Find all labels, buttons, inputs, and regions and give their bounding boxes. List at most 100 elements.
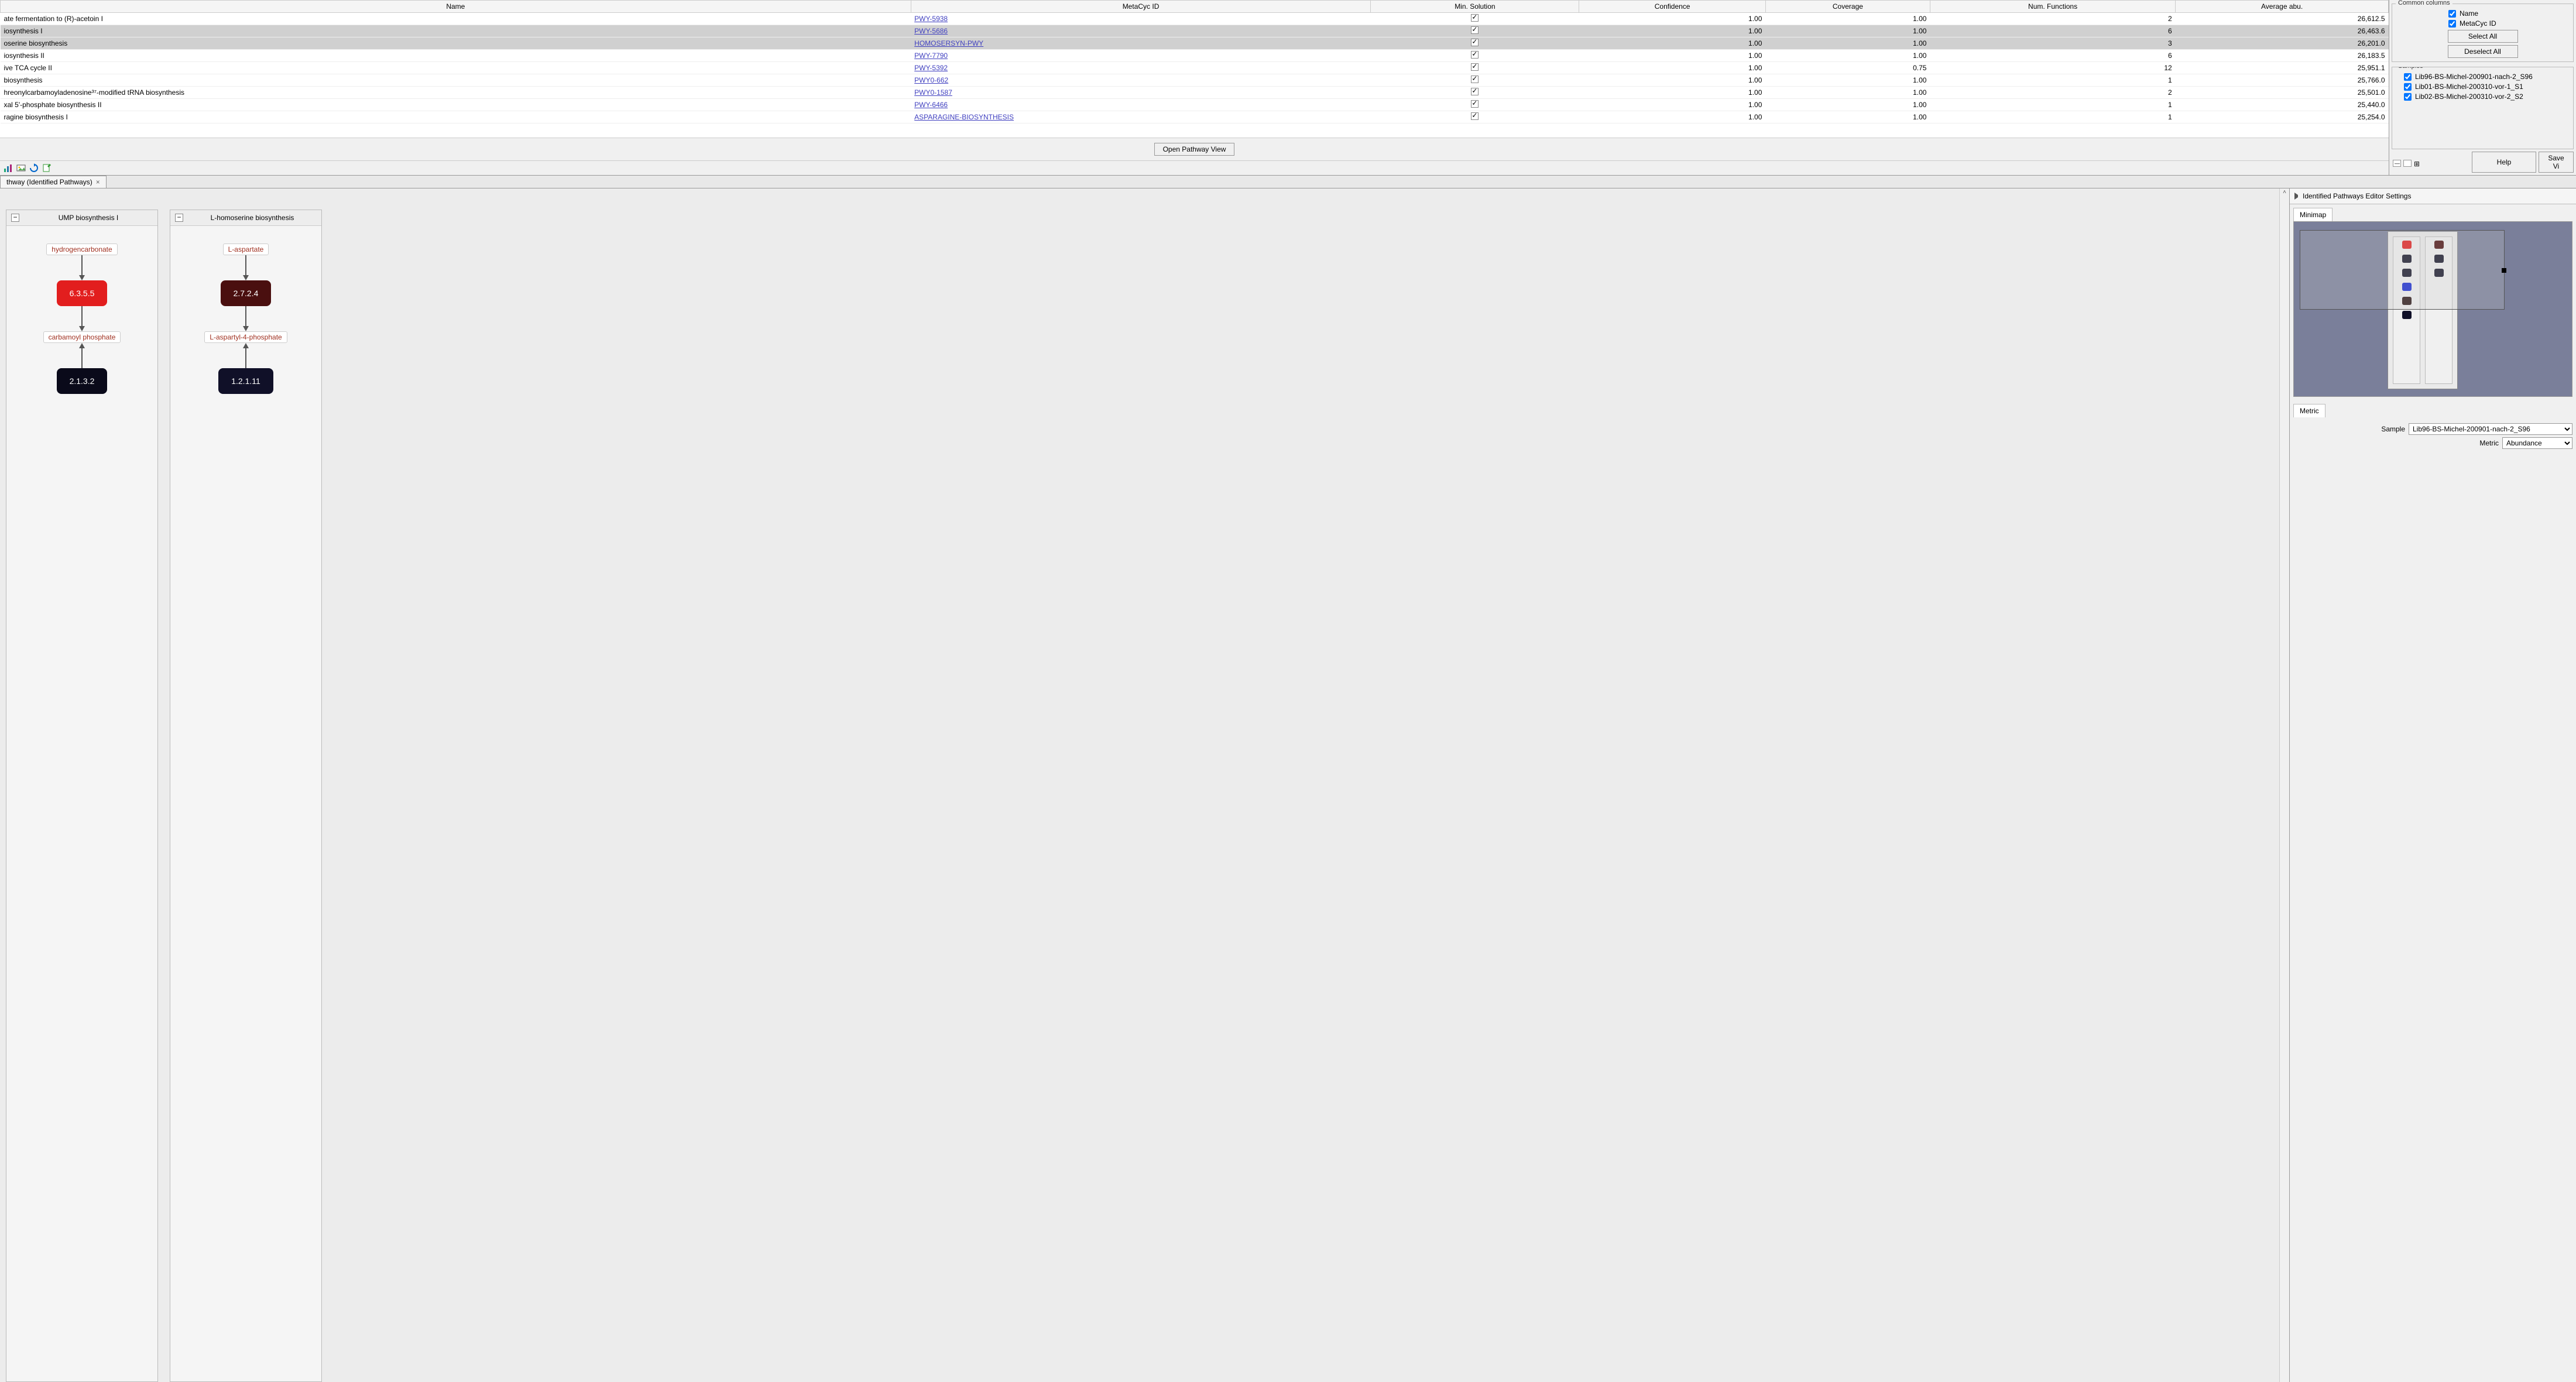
metric-select[interactable]: Abundance	[2502, 437, 2572, 449]
edit-icon[interactable]	[42, 163, 52, 173]
table-row[interactable]: iosynthesis IPWY-56861.001.00626,463.6	[1, 25, 2389, 37]
compound-node[interactable]: L-aspartyl-4-phosphate	[204, 331, 287, 343]
folder-icon[interactable]	[2403, 160, 2412, 167]
enzyme-node[interactable]: 2.7.2.4	[221, 280, 272, 306]
graph-scrollbar[interactable]: ˄	[2279, 188, 2289, 1382]
save-view-button[interactable]: Save Vi	[2539, 152, 2574, 173]
cell-avg-abundance: 25,766.0	[2176, 74, 2389, 87]
cell-metacyc-id[interactable]: PWY-7790	[911, 50, 1371, 62]
table-row[interactable]: xal 5'-phosphate biosynthesis IIPWY-6466…	[1, 99, 2389, 111]
compound-node[interactable]: L-aspartate	[223, 244, 269, 255]
checkbox-name[interactable]	[2448, 10, 2456, 18]
checkbox-icon[interactable]	[1471, 63, 1479, 71]
checkbox-icon[interactable]	[1471, 14, 1479, 22]
close-tab-icon[interactable]: ×	[96, 178, 100, 186]
cell-metacyc-id[interactable]: HOMOSERSYN-PWY	[911, 37, 1371, 50]
common-columns-title: Common columns	[2396, 0, 2452, 6]
pathway-box: −L-homoserine biosynthesisL-aspartate2.7…	[170, 210, 322, 1382]
open-pathway-view-button[interactable]: Open Pathway View	[1154, 143, 1235, 156]
editor-settings-header[interactable]: Identified Pathways Editor Settings	[2290, 188, 2576, 204]
checkbox-icon[interactable]	[1471, 100, 1479, 108]
enzyme-node[interactable]: 1.2.1.11	[218, 368, 273, 394]
cell-metacyc-id[interactable]: PWY0-662	[911, 74, 1371, 87]
table-row[interactable]: biosynthesisPWY0-6621.001.00125,766.0	[1, 74, 2389, 87]
export-chart-icon[interactable]	[4, 163, 13, 173]
tree-icon[interactable]: ⊞	[2414, 160, 2422, 167]
cell-min-solution[interactable]	[1371, 87, 1579, 99]
cell-metacyc-id[interactable]: PWY0-1587	[911, 87, 1371, 99]
minimap-viewport[interactable]	[2300, 230, 2505, 310]
sample-label: Lib02-BS-Michel-200310-vor-2_S2	[2415, 92, 2523, 101]
sample-checkbox[interactable]	[2404, 73, 2412, 81]
cell-min-solution[interactable]	[1371, 99, 1579, 111]
checkbox-icon[interactable]	[1471, 51, 1479, 59]
refresh-icon[interactable]	[29, 163, 39, 173]
minimap[interactable]	[2293, 221, 2572, 397]
export-toolbar	[0, 160, 2389, 175]
enzyme-node[interactable]: 2.1.3.2	[57, 368, 108, 394]
metacyc-link[interactable]: PWY0-1587	[914, 88, 952, 97]
cell-name: ate fermentation to (R)-acetoin I	[1, 13, 911, 25]
sample-checkbox[interactable]	[2404, 83, 2412, 91]
metacyc-link[interactable]: PWY-6466	[914, 101, 948, 109]
collapse-icon[interactable]: —	[2393, 160, 2401, 167]
select-all-button[interactable]: Select All	[2448, 30, 2518, 43]
cell-min-solution[interactable]	[1371, 25, 1579, 37]
collapse-pathway-icon[interactable]: −	[175, 214, 183, 222]
deselect-all-button[interactable]: Deselect All	[2448, 45, 2518, 58]
cell-metacyc-id[interactable]: PWY-5686	[911, 25, 1371, 37]
checkbox-icon[interactable]	[1471, 88, 1479, 95]
column-header[interactable]: Name	[1, 1, 911, 13]
checkbox-icon[interactable]	[1471, 112, 1479, 120]
metacyc-link[interactable]: PWY0-662	[914, 76, 948, 84]
cell-min-solution[interactable]	[1371, 62, 1579, 74]
tab-identified-pathways[interactable]: thway (Identified Pathways) ×	[0, 176, 107, 188]
metric-tab[interactable]: Metric	[2293, 404, 2325, 417]
table-row[interactable]: ate fermentation to (R)-acetoin IPWY-593…	[1, 13, 2389, 25]
minimap-resize-handle[interactable]	[2502, 268, 2506, 273]
cell-min-solution[interactable]	[1371, 111, 1579, 124]
enzyme-node[interactable]: 6.3.5.5	[57, 280, 108, 306]
table-row[interactable]: hreonylcarbamoyladenosine³⁷-modified tRN…	[1, 87, 2389, 99]
column-header[interactable]: Confidence	[1579, 1, 1766, 13]
pathways-table[interactable]: NameMetaCyc IDMin. SolutionConfidenceCov…	[0, 0, 2389, 124]
column-header[interactable]: Num. Functions	[1930, 1, 2175, 13]
compound-node[interactable]: carbamoyl phosphate	[43, 331, 121, 343]
cell-avg-abundance: 25,254.0	[2176, 111, 2389, 124]
column-header[interactable]: Average abu.	[2176, 1, 2389, 13]
sample-select[interactable]: Lib96-BS-Michel-200901-nach-2_S96	[2409, 423, 2572, 435]
cell-min-solution[interactable]	[1371, 74, 1579, 87]
compound-node[interactable]: hydrogencarbonate	[46, 244, 117, 255]
cell-metacyc-id[interactable]: PWY-5938	[911, 13, 1371, 25]
cell-metacyc-id[interactable]: ASPARAGINE-BIOSYNTHESIS	[911, 111, 1371, 124]
table-row[interactable]: oserine biosynthesisHOMOSERSYN-PWY1.001.…	[1, 37, 2389, 50]
sample-checkbox[interactable]	[2404, 93, 2412, 101]
column-header[interactable]: Coverage	[1765, 1, 1930, 13]
column-header[interactable]: MetaCyc ID	[911, 1, 1371, 13]
column-header[interactable]: Min. Solution	[1371, 1, 1579, 13]
minimap-tab[interactable]: Minimap	[2293, 208, 2333, 221]
cell-min-solution[interactable]	[1371, 37, 1579, 50]
metacyc-link[interactable]: PWY-5938	[914, 15, 948, 23]
metacyc-link[interactable]: HOMOSERSYN-PWY	[914, 39, 983, 47]
metacyc-link[interactable]: ASPARAGINE-BIOSYNTHESIS	[914, 113, 1014, 121]
metacyc-link[interactable]: PWY-7790	[914, 52, 948, 60]
metacyc-link[interactable]: PWY-5392	[914, 64, 948, 72]
scroll-up-icon[interactable]: ˄	[2283, 190, 2286, 196]
cell-min-solution[interactable]	[1371, 50, 1579, 62]
panel-toggle-icon[interactable]	[2294, 193, 2299, 200]
help-button[interactable]: Help	[2472, 152, 2536, 173]
cell-min-solution[interactable]	[1371, 13, 1579, 25]
checkbox-metacyc[interactable]	[2448, 20, 2456, 28]
metacyc-link[interactable]: PWY-5686	[914, 27, 948, 35]
cell-metacyc-id[interactable]: PWY-5392	[911, 62, 1371, 74]
export-image-icon[interactable]	[16, 163, 26, 173]
table-row[interactable]: ive TCA cycle IIPWY-53921.000.751225,951…	[1, 62, 2389, 74]
checkbox-icon[interactable]	[1471, 39, 1479, 46]
table-row[interactable]: ragine biosynthesis IASPARAGINE-BIOSYNTH…	[1, 111, 2389, 124]
checkbox-icon[interactable]	[1471, 26, 1479, 34]
cell-metacyc-id[interactable]: PWY-6466	[911, 99, 1371, 111]
table-row[interactable]: iosynthesis IIPWY-77901.001.00626,183.5	[1, 50, 2389, 62]
checkbox-icon[interactable]	[1471, 76, 1479, 83]
collapse-pathway-icon[interactable]: −	[11, 214, 19, 222]
